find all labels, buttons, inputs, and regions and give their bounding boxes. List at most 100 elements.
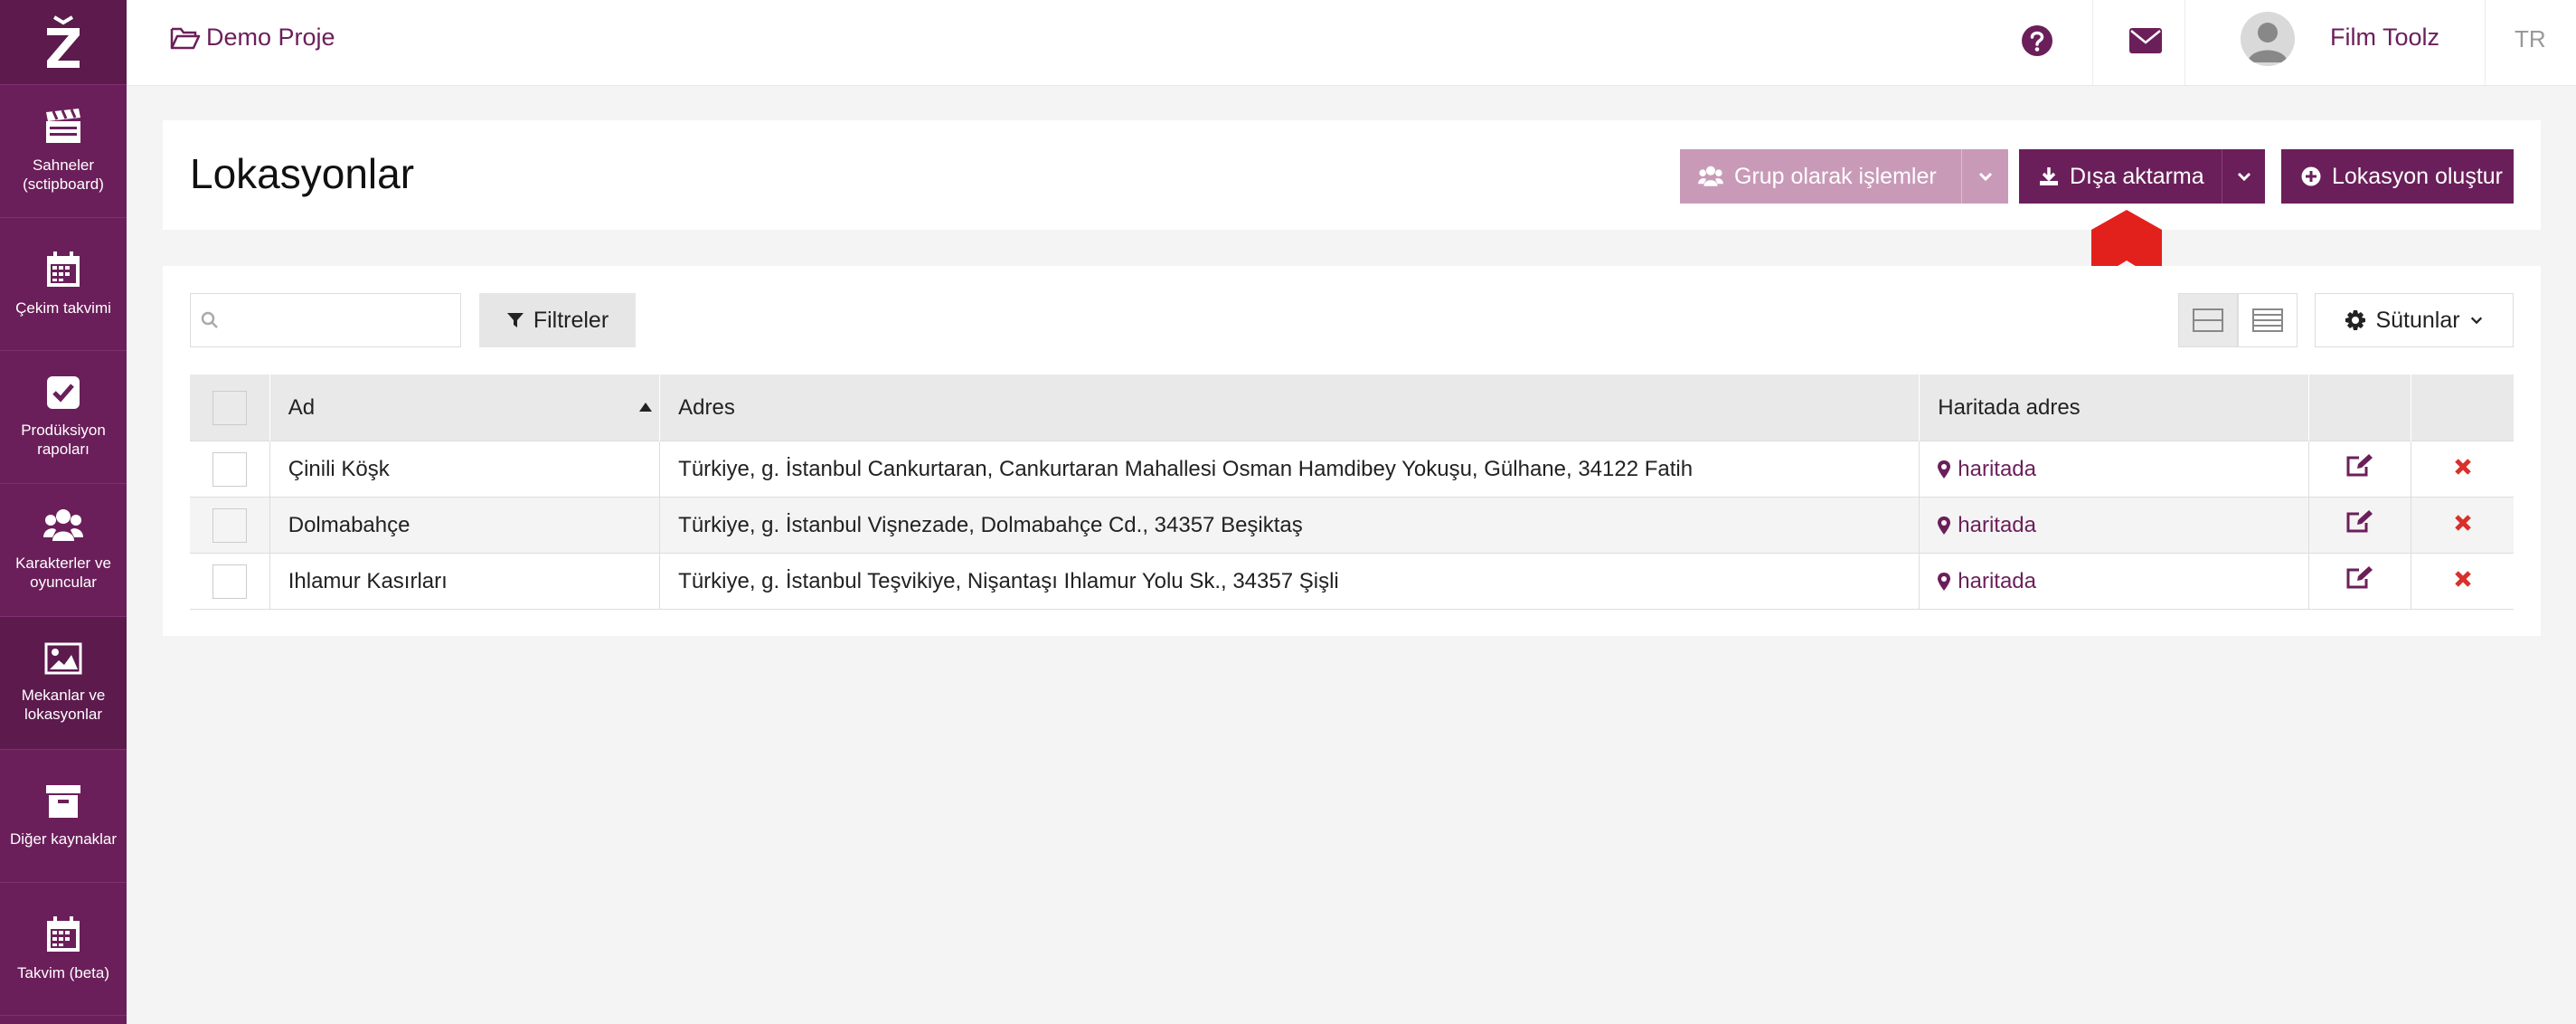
sidebar-item-calendar-beta[interactable]: Takvim (beta): [0, 883, 127, 1016]
sidebar-item-label: Karakterler ve oyuncular: [15, 555, 111, 591]
export-button[interactable]: Dışa aktarma: [2019, 149, 2222, 204]
sidebar-item-shooting-schedule[interactable]: Çekim takvimi: [0, 218, 127, 351]
location-name[interactable]: Ihlamur Kasırları: [269, 553, 661, 610]
sidebar-item-label: Prodüksiyon rapoları: [21, 422, 106, 458]
edit-cell: [2308, 553, 2412, 610]
bulk-actions-button[interactable]: Grup olarak işlemler: [1680, 149, 1961, 204]
column-header-label: Ad: [288, 394, 316, 420]
columns-button[interactable]: Sütunlar: [2315, 293, 2514, 347]
map-link[interactable]: haritada: [1938, 569, 2289, 594]
sidebar-item-label: Mekanlar ve lokasyonlar: [21, 687, 106, 723]
topbar: Demo Proje Film Toolz TR: [127, 0, 2576, 86]
delete-icon[interactable]: [2454, 514, 2472, 532]
export-label: Dışa aktarma: [2070, 163, 2204, 189]
app-logo[interactable]: [0, 0, 127, 85]
row-select-cell: [190, 553, 270, 610]
column-header-map[interactable]: Haritada adres: [1919, 375, 2309, 441]
sidebar-item-label: Sahneler (sctipboard): [23, 156, 104, 193]
delete-icon[interactable]: [2454, 458, 2472, 476]
column-header-edit: [2308, 375, 2412, 441]
edit-icon[interactable]: [2346, 566, 2373, 590]
image-icon: [44, 642, 82, 675]
plus-circle-icon: [2301, 166, 2321, 186]
user-icon: [2248, 23, 2288, 62]
column-header-name[interactable]: Ad: [269, 375, 661, 441]
filters-button[interactable]: Filtreler: [479, 293, 636, 347]
edit-cell: [2308, 497, 2412, 554]
table-row: Dolmabahçe Türkiye, g. İstanbul Vişnezad…: [190, 497, 2514, 554]
archive-icon: [46, 784, 80, 818]
map-cell: haritada: [1919, 441, 2309, 498]
delete-icon[interactable]: [2454, 570, 2472, 588]
location-address: Türkiye, g. İstanbul Cankurtaran, Cankur…: [659, 441, 1920, 498]
rows-icon: [2193, 308, 2223, 332]
location-address: Türkiye, g. İstanbul Teşvikiye, Nişantaş…: [659, 553, 1920, 610]
map-marker-icon: [1938, 572, 1951, 591]
select-all-checkbox[interactable]: [212, 390, 247, 425]
mail-icon[interactable]: [2129, 28, 2162, 53]
edit-icon[interactable]: [2346, 510, 2373, 534]
map-link-label: haritada: [1958, 456, 2036, 481]
checkbox-icon: [47, 376, 80, 409]
column-header-label: Haritada adres: [1938, 394, 2081, 420]
divider: [2485, 0, 2486, 85]
bulk-actions-dropdown[interactable]: [1961, 149, 2008, 204]
list-icon: [2252, 308, 2283, 332]
project-link[interactable]: Demo Proje: [170, 24, 335, 52]
row-select-cell: [190, 497, 270, 554]
users-icon: [43, 509, 83, 541]
avatar[interactable]: [2241, 12, 2295, 66]
location-address: Türkiye, g. İstanbul Vişnezade, Dolmabah…: [659, 497, 1920, 554]
map-link-label: haritada: [1958, 568, 2036, 593]
divider: [2092, 0, 2093, 85]
delete-cell: [2411, 497, 2514, 554]
sidebar-item-scenes[interactable]: Sahneler (sctipboard): [0, 85, 127, 218]
page-title: Lokasyonlar: [190, 150, 415, 197]
column-header-address[interactable]: Adres: [659, 375, 1920, 441]
table-row: Çinili Köşk Türkiye, g. İstanbul Cankurt…: [190, 441, 2514, 498]
select-all-cell: [190, 375, 270, 441]
location-name[interactable]: Çinili Köşk: [269, 441, 661, 498]
map-link[interactable]: haritada: [1938, 457, 2289, 482]
edit-icon[interactable]: [2346, 454, 2373, 478]
sidebar-item-locations[interactable]: Mekanlar ve lokasyonlar: [0, 617, 127, 750]
sidebar-item-characters[interactable]: Karakterler ve oyuncular: [0, 484, 127, 617]
search-icon: [201, 311, 218, 328]
project-name: Demo Proje: [206, 24, 335, 51]
row-checkbox[interactable]: [212, 564, 247, 599]
folder-open-icon: [170, 27, 201, 49]
export-dropdown[interactable]: [2222, 149, 2265, 204]
location-name[interactable]: Dolmabahçe: [269, 497, 661, 554]
table-row: Ihlamur Kasırları Türkiye, g. İstanbul T…: [190, 553, 2514, 610]
users-icon: [1698, 166, 1723, 186]
sidebar-item-production-reports[interactable]: Prodüksiyon rapoları: [0, 351, 127, 484]
search-input[interactable]: [190, 293, 461, 347]
create-location-button[interactable]: Lokasyon oluştur: [2281, 149, 2514, 204]
columns-label: Sütunlar: [2375, 307, 2460, 333]
chevron-down-icon: [2237, 172, 2250, 182]
view-list-button[interactable]: [2238, 293, 2298, 347]
map-marker-icon: [1938, 516, 1951, 535]
locations-table: Ad Adres Haritada adres Çinili Köşk Türk…: [190, 375, 2514, 610]
username[interactable]: Film Toolz: [2330, 24, 2439, 52]
column-header-delete: [2411, 375, 2514, 441]
filters-label: Filtreler: [533, 307, 609, 333]
row-checkbox[interactable]: [212, 507, 247, 543]
map-link-label: haritada: [1958, 512, 2036, 537]
table-header-row: Ad Adres Haritada adres: [190, 375, 2514, 441]
delete-cell: [2411, 553, 2514, 610]
download-icon: [2040, 167, 2058, 185]
map-cell: haritada: [1919, 497, 2309, 554]
bulk-actions-label: Grup olarak işlemler: [1734, 163, 1937, 189]
map-link[interactable]: haritada: [1938, 513, 2289, 538]
view-compact-button[interactable]: [2178, 293, 2238, 347]
delete-cell: [2411, 441, 2514, 498]
map-cell: haritada: [1919, 553, 2309, 610]
sidebar-item-other-resources[interactable]: Diğer kaynaklar: [0, 750, 127, 883]
row-checkbox[interactable]: [212, 451, 247, 487]
calendar-icon: [47, 915, 80, 952]
language-switch[interactable]: TR: [2515, 25, 2546, 53]
filter-icon: [506, 313, 524, 327]
help-icon[interactable]: [2021, 24, 2053, 57]
clapperboard-icon: [46, 109, 80, 143]
